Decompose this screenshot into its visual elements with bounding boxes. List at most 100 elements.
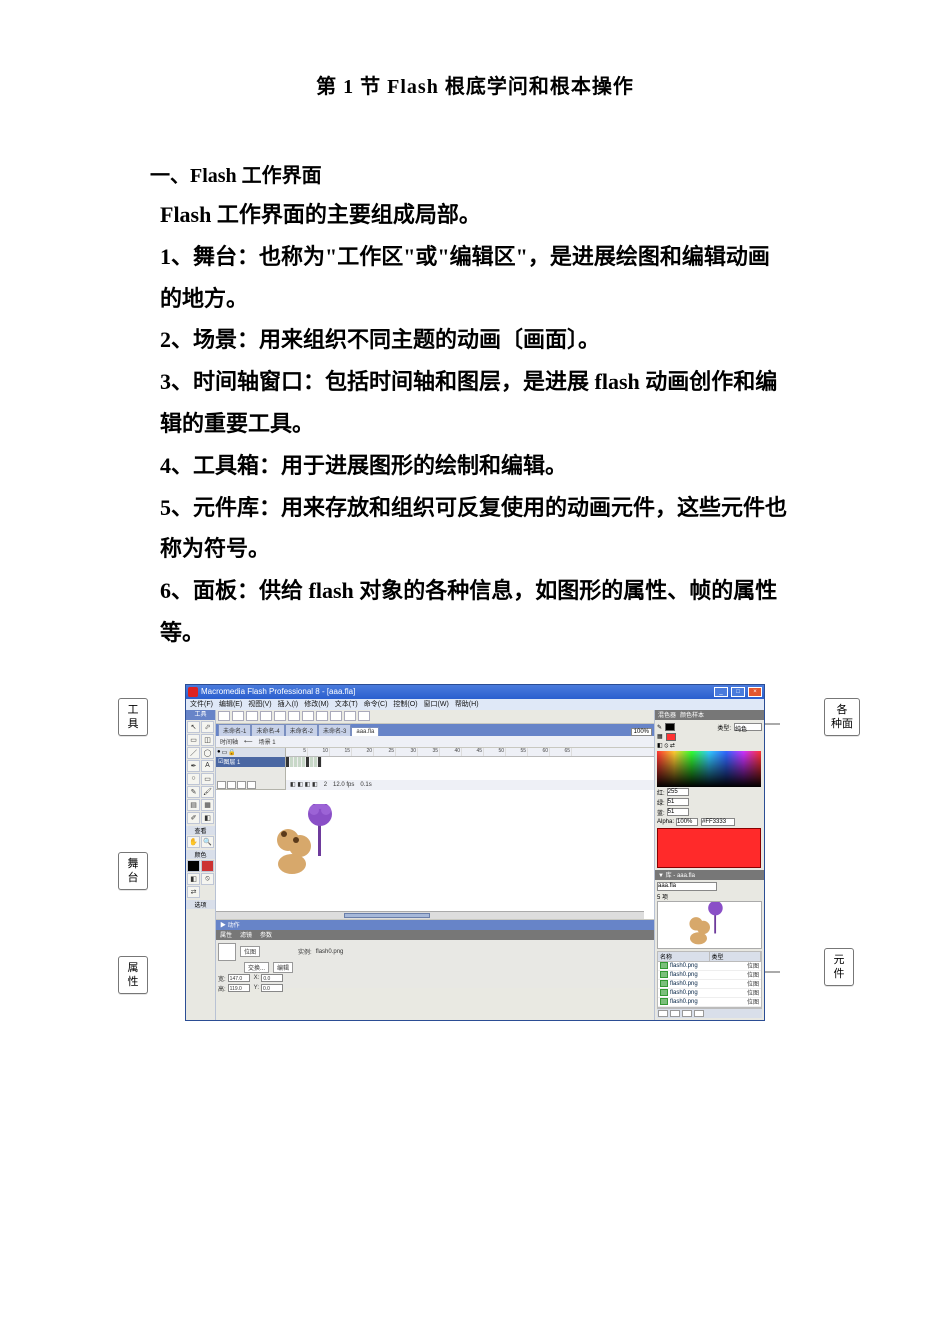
document-tabs: 未命名-1 未命名-4 未命名-2 未命名-3 aaa.fla 100% [216, 724, 654, 736]
menu-item[interactable]: 命令(C) [364, 699, 388, 709]
paint-bucket-icon[interactable]: ▦ [201, 799, 214, 811]
library-item[interactable]: flash0.png位图 [658, 980, 761, 989]
paste-icon[interactable] [302, 711, 314, 721]
menu-item[interactable]: 控制(O) [393, 699, 417, 709]
layer-row[interactable]: ☑ 图层 1 [216, 757, 285, 767]
subselect-tool-icon[interactable]: ⬀ [201, 721, 214, 733]
edit-button[interactable]: 编辑 [273, 962, 293, 973]
library-file-select[interactable]: aaa.fla [657, 882, 717, 891]
add-folder-icon[interactable] [237, 781, 246, 789]
close-button[interactable]: × [748, 687, 762, 697]
print-icon[interactable] [260, 711, 272, 721]
copy-icon[interactable] [288, 711, 300, 721]
snap-icon[interactable] [344, 711, 356, 721]
menu-item[interactable]: 视图(V) [248, 699, 271, 709]
bw-icon[interactable]: ◧ [187, 873, 200, 885]
menu-item[interactable]: 插入(I) [278, 699, 299, 709]
line-tool-icon[interactable]: ／ [187, 747, 200, 759]
oval-tool-icon[interactable]: ○ [187, 773, 200, 785]
doc-tab[interactable]: 未命名-2 [285, 724, 318, 736]
gradient-transform-icon[interactable]: ◫ [201, 734, 214, 746]
hex-input[interactable]: #FF3333 [701, 818, 735, 826]
rect-tool-icon[interactable]: ▭ [201, 773, 214, 785]
library-item[interactable]: flash0.png位图 [658, 989, 761, 998]
color-spectrum[interactable] [657, 751, 761, 787]
zoom-field[interactable]: 100% [631, 728, 652, 736]
main-area: 未命名-1 未命名-4 未命名-2 未命名-3 aaa.fla 100% 时间轴… [216, 710, 654, 1020]
kind-button[interactable]: 位图 [240, 946, 260, 957]
eyedropper-icon[interactable]: ✐ [187, 812, 200, 824]
add-layer-icon[interactable] [217, 781, 226, 789]
b-input[interactable]: 51 [667, 808, 689, 816]
menu-item[interactable]: 窗口(W) [424, 699, 449, 709]
width-input[interactable]: 147.0 [228, 974, 250, 982]
fill-color-icon[interactable] [201, 860, 214, 872]
library-item[interactable]: flash0.png位图 [658, 998, 761, 1007]
maximize-button[interactable]: □ [731, 687, 745, 697]
swap-button[interactable]: 交换... [244, 962, 269, 973]
eraser-tool-icon[interactable]: ◧ [201, 812, 214, 824]
scene-bar: 时间轴 ⟵ 场景 1 [216, 736, 654, 748]
align-icon[interactable] [358, 711, 370, 721]
undo-icon[interactable] [316, 711, 328, 721]
doc-tab-active[interactable]: aaa.fla [351, 727, 379, 736]
height-input[interactable]: 119.0 [228, 984, 250, 992]
filters-tab[interactable]: 滤镜 [240, 930, 252, 939]
zoom-tool-icon[interactable]: 🔍 [201, 836, 214, 848]
library-item[interactable]: flash0.png位图 [658, 971, 761, 980]
new-icon[interactable] [218, 711, 230, 721]
instance-label: 实例: [298, 947, 312, 956]
y-input[interactable]: 0.0 [261, 984, 283, 992]
hand-tool-icon[interactable]: ✋ [187, 836, 200, 848]
delete-layer-icon[interactable] [247, 781, 256, 789]
stroke-color-icon[interactable] [187, 860, 200, 872]
cut-icon[interactable] [274, 711, 286, 721]
save-icon[interactable] [246, 711, 258, 721]
new-symbol-icon[interactable] [658, 1010, 668, 1017]
properties-icon[interactable] [682, 1010, 692, 1017]
fill-swatch[interactable] [666, 733, 676, 741]
menu-item[interactable]: 文本(T) [335, 699, 358, 709]
params-tab[interactable]: 参数 [260, 930, 272, 939]
menu-item[interactable]: 修改(M) [304, 699, 329, 709]
timeline-track[interactable]: 5 10 15 20 25 30 35 40 45 50 55 [286, 748, 654, 789]
nocolor-icon[interactable]: ⦸ [201, 873, 214, 885]
stage[interactable] [216, 790, 654, 920]
text-tool-icon[interactable]: A [201, 760, 214, 772]
menu-item[interactable]: 编辑(E) [219, 699, 242, 709]
library-item[interactable]: flash0.png位图 [658, 962, 761, 971]
doc-tab[interactable]: 未命名-1 [218, 724, 251, 736]
delete-icon[interactable] [694, 1010, 704, 1017]
doc-tab[interactable]: 未命名-3 [318, 724, 351, 736]
library-panel-title[interactable]: ▼ 库 - aaa.fla [655, 870, 764, 880]
pen-tool-icon[interactable]: ✒ [187, 760, 200, 772]
selection-tool-icon[interactable]: ↖ [187, 721, 200, 733]
stage-artwork [266, 804, 356, 880]
open-icon[interactable] [232, 711, 244, 721]
menu-item[interactable]: 帮助(H) [455, 699, 479, 709]
free-transform-icon[interactable]: ▭ [187, 734, 200, 746]
brush-tool-icon[interactable]: 🖌 [201, 786, 214, 798]
r-input[interactable]: 255 [667, 788, 689, 796]
lasso-tool-icon[interactable]: ◯ [201, 747, 214, 759]
menu-item[interactable]: 文件(F) [190, 699, 213, 709]
stroke-swatch[interactable] [665, 723, 675, 731]
redo-icon[interactable] [330, 711, 342, 721]
pencil-tool-icon[interactable]: ✎ [187, 786, 200, 798]
scene-name[interactable]: 场景 1 [259, 737, 276, 746]
color-panel-title[interactable]: 混色器 颜色样本 [655, 710, 764, 720]
x-input[interactable]: 0.0 [261, 974, 283, 982]
actions-panel-title[interactable]: ▶ 动作 [216, 920, 654, 930]
g-input[interactable]: 51 [667, 798, 689, 806]
ink-bottle-icon[interactable]: ▤ [187, 799, 200, 811]
doc-tab[interactable]: 未命名-4 [251, 724, 284, 736]
add-guide-icon[interactable] [227, 781, 236, 789]
window-title: Macromedia Flash Professional 8 - [aaa.f… [201, 687, 711, 696]
type-select[interactable]: 纯色 [734, 723, 762, 731]
minimize-button[interactable]: _ [714, 687, 728, 697]
properties-tab[interactable]: 属性 [220, 930, 232, 939]
new-folder-icon[interactable] [670, 1010, 680, 1017]
stage-hscrollbar[interactable] [216, 911, 644, 919]
swap-colors-icon[interactable]: ⇄ [187, 886, 200, 898]
alpha-input[interactable]: 100% [676, 818, 698, 826]
